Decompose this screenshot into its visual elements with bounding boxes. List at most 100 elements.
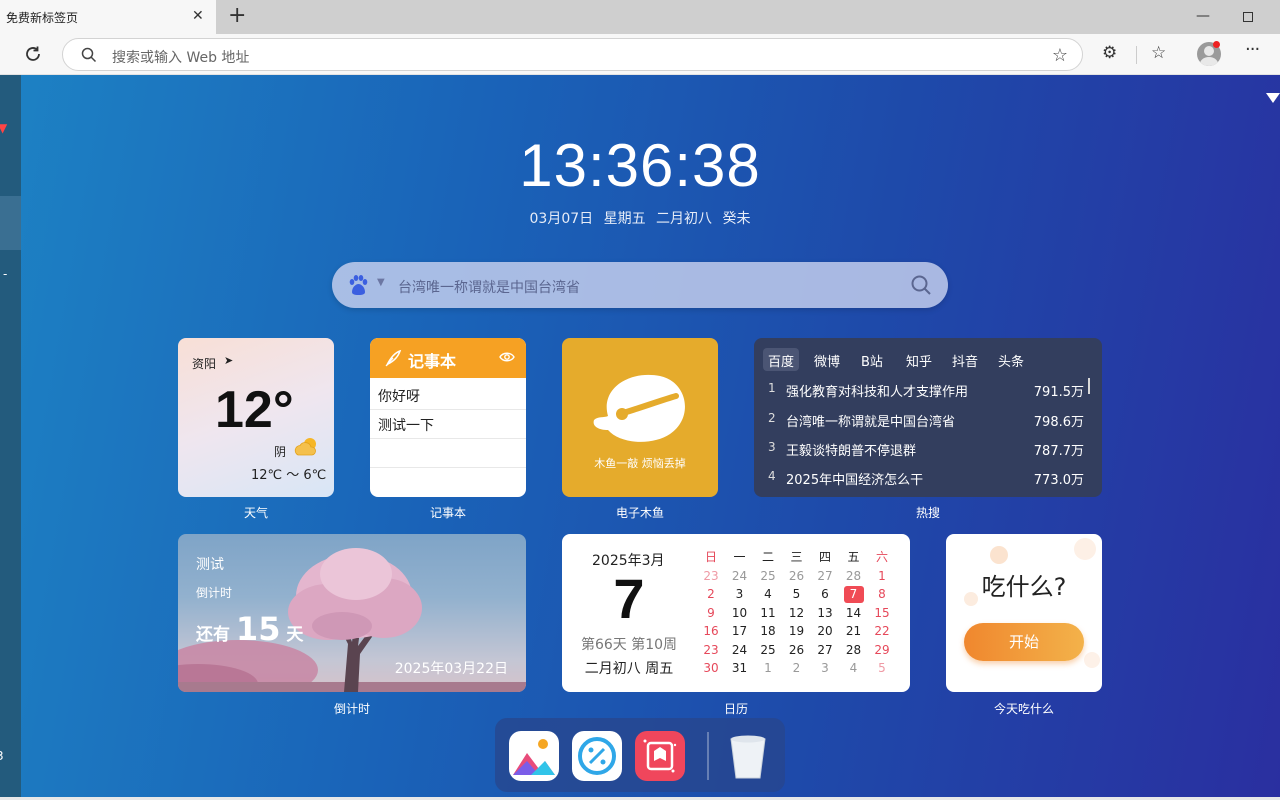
- search-input[interactable]: 台湾唯一称谓就是中国台湾省: [398, 277, 580, 297]
- search-icon: [81, 47, 97, 63]
- calendar-widget[interactable]: 2025年3月 7 第66天 第10周 二月初八 周五 日一二三四五六 23 24 2…: [562, 534, 910, 692]
- hot-item[interactable]: 4 2025年中国经济怎么干 773.0万: [754, 466, 1102, 490]
- hot-title[interactable]: 台湾唯一称谓就是中国台湾省: [786, 411, 955, 430]
- calendar-date-cell[interactable]: 6: [815, 586, 835, 603]
- notepad-widget[interactable]: 记事本 你好呀 测试一下: [370, 338, 526, 497]
- countdown-widget[interactable]: 测试 倒计时 还有 15 天 2025年03月22日: [178, 534, 526, 692]
- gallery-app-icon[interactable]: [509, 731, 559, 781]
- address-input[interactable]: 搜索或输入 Web 地址: [112, 47, 249, 67]
- hot-title[interactable]: 王毅谈特朗普不停退群: [786, 440, 916, 459]
- calendar-date-cell[interactable]: 2: [787, 660, 807, 677]
- calendar-day: 7: [613, 567, 645, 630]
- hot-item[interactable]: 2 台湾唯一称谓就是中国台湾省 798.6万: [754, 408, 1102, 432]
- hot-tab-zhihu[interactable]: 知乎: [901, 348, 937, 371]
- hot-item[interactable]: 3 王毅谈特朗普不停退群 787.7万: [754, 437, 1102, 461]
- favorite-star-icon[interactable]: ☆: [1052, 45, 1068, 66]
- calendar-date-cell[interactable]: 27: [815, 568, 835, 585]
- calendar-today-cell[interactable]: 7: [843, 586, 864, 603]
- hot-title[interactable]: 2025年中国经济怎么干: [786, 469, 923, 488]
- active-tab[interactable]: 免费新标签页 ✕: [0, 0, 216, 34]
- calendar-date-cell[interactable]: 10: [730, 605, 750, 622]
- calendar-date-cell[interactable]: 30: [701, 660, 721, 677]
- new-tab-button[interactable]: +: [228, 4, 246, 28]
- calendar-date-cell[interactable]: 15: [872, 605, 892, 622]
- search-box[interactable]: ▼ 台湾唯一称谓就是中国台湾省: [332, 262, 948, 308]
- calendar-date-cell[interactable]: 3: [815, 660, 835, 677]
- collapse-icon[interactable]: [1266, 93, 1280, 103]
- calendar-date-cell[interactable]: 26: [787, 568, 807, 585]
- calendar-date-cell[interactable]: 5: [787, 586, 807, 603]
- calendar-date-cell[interactable]: 20: [815, 623, 835, 640]
- calendar-date-cell[interactable]: 18: [758, 623, 778, 640]
- hot-scrollbar[interactable]: [1088, 378, 1090, 394]
- notepad-line[interactable]: [370, 439, 526, 468]
- extensions-icon[interactable]: ⚙: [1102, 43, 1117, 63]
- calendar-date-cell[interactable]: 19: [787, 623, 807, 640]
- reload-icon[interactable]: [22, 43, 44, 65]
- address-bar[interactable]: 搜索或输入 Web 地址 ☆: [62, 38, 1083, 71]
- wallpaper-app-icon[interactable]: [635, 731, 685, 781]
- calendar-date-cell[interactable]: 3: [730, 586, 750, 603]
- calendar-date-cell[interactable]: 14: [844, 605, 864, 622]
- calendar-date-cell[interactable]: 28: [844, 568, 864, 585]
- notepad-header: 记事本: [370, 338, 526, 378]
- calendar-date-cell[interactable]: 24: [730, 568, 750, 585]
- hot-tab-douyin[interactable]: 抖音: [947, 348, 983, 371]
- calendar-date-cell[interactable]: 4: [758, 586, 778, 603]
- hot-count: 798.6万: [1033, 415, 1084, 430]
- baidu-paw-icon[interactable]: [347, 274, 369, 296]
- calendar-weekday-header: 四: [818, 550, 831, 564]
- calendar-date-cell[interactable]: 26: [787, 642, 807, 659]
- more-menu-icon[interactable]: ···: [1245, 39, 1260, 60]
- calendar-date-cell[interactable]: 8: [872, 586, 892, 603]
- discount-app-icon[interactable]: [572, 731, 622, 781]
- calendar-date-cell[interactable]: 4: [844, 660, 864, 677]
- calendar-date-cell[interactable]: 29: [872, 642, 892, 659]
- new-tab-page: ▼ - | 3 13:36:38 03月07日 星期五 二月初八 癸未 ▼ 台湾…: [0, 75, 1280, 797]
- hot-tab-baidu[interactable]: 百度: [763, 348, 800, 371]
- restore-button[interactable]: [1243, 12, 1253, 22]
- eat-what-widget[interactable]: 吃什么? 开始: [946, 534, 1102, 692]
- hot-title[interactable]: 强化教育对科技和人才支撑作用: [786, 381, 968, 400]
- settings-icon[interactable]: 3: [0, 749, 4, 763]
- hot-tab-bilibili[interactable]: B站: [856, 348, 888, 371]
- wooden-fish-icon[interactable]: [590, 368, 690, 448]
- calendar-date-cell[interactable]: 1: [872, 568, 892, 585]
- calendar-date-cell[interactable]: 23: [701, 642, 721, 659]
- calendar-date-cell[interactable]: 28: [844, 642, 864, 659]
- calendar-date-cell[interactable]: 2: [701, 586, 721, 603]
- weather-widget[interactable]: 资阳 ➤ 12° 阴 12℃ ～ 6℃: [178, 338, 334, 497]
- eat-start-button[interactable]: 开始: [964, 623, 1084, 661]
- calendar-date-cell[interactable]: 25: [758, 642, 778, 659]
- calendar-date-cell[interactable]: 9: [701, 605, 721, 622]
- calendar-date-cell[interactable]: 12: [787, 605, 807, 622]
- hot-search-widget: 百度 微博 B站 知乎 抖音 头条 1 强化教育对科技和人才支撑作用 791.5…: [754, 338, 1102, 497]
- hot-tab-weibo[interactable]: 微博: [809, 348, 845, 371]
- calendar-date-cell[interactable]: 16: [701, 623, 721, 640]
- engine-dropdown-icon[interactable]: ▼: [377, 277, 385, 288]
- calendar-date-cell[interactable]: 24: [730, 642, 750, 659]
- calendar-date-cell[interactable]: 25: [758, 568, 778, 585]
- calendar-date-cell[interactable]: 13: [815, 605, 835, 622]
- calendar-date-cell[interactable]: 27: [815, 642, 835, 659]
- calendar-date-cell[interactable]: 31: [730, 660, 750, 677]
- calendar-date-cell[interactable]: 23: [701, 568, 721, 585]
- tab-close-icon[interactable]: ✕: [192, 8, 204, 24]
- calendar-date-cell[interactable]: 5: [872, 660, 892, 677]
- calendar-date-cell[interactable]: 1: [758, 660, 778, 677]
- notepad-line[interactable]: 你好呀: [370, 381, 526, 410]
- search-icon[interactable]: [910, 274, 932, 296]
- trash-icon[interactable]: [723, 731, 773, 781]
- weekday-text: 星期五: [603, 211, 646, 227]
- calendar-date-cell[interactable]: 17: [730, 623, 750, 640]
- calendar-date-cell[interactable]: 11: [758, 605, 778, 622]
- calendar-date-cell[interactable]: 22: [872, 623, 892, 640]
- hot-item[interactable]: 1 强化教育对科技和人才支撑作用 791.5万: [754, 378, 1102, 402]
- eye-icon[interactable]: [499, 351, 515, 363]
- favorites-icon[interactable]: ☆: [1151, 43, 1166, 63]
- minimize-button[interactable]: —: [1196, 8, 1210, 24]
- hot-tab-toutiao[interactable]: 头条: [993, 348, 1029, 371]
- muyu-widget[interactable]: 木鱼一敲 烦恼丢掉: [562, 338, 718, 497]
- notepad-line[interactable]: 测试一下: [370, 410, 526, 439]
- calendar-date-cell[interactable]: 21: [844, 623, 864, 640]
